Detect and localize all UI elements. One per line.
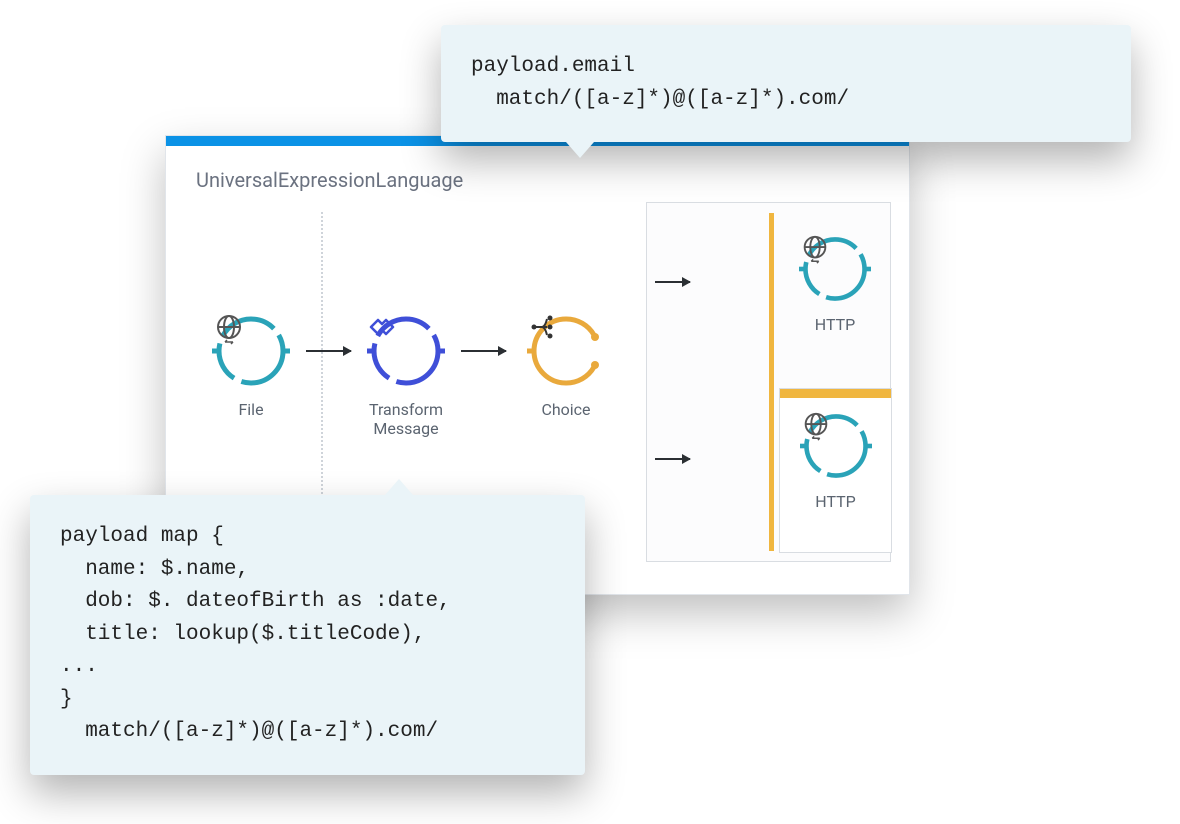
arrow-transform-to-choice xyxy=(461,350,506,352)
globe-icon xyxy=(212,312,246,346)
node-transform-message[interactable]: Transform Message xyxy=(351,312,461,438)
node-transform-label: Transform Message xyxy=(351,400,461,438)
http-subflow-frame: HTTP xyxy=(779,388,892,553)
node-file-label: File xyxy=(196,400,306,419)
arrow-file-to-transform xyxy=(306,350,351,352)
callout-payload-map: payload map { name: $.name, dob: $. date… xyxy=(30,495,585,775)
branch-icon xyxy=(527,312,557,342)
file-ring-icon xyxy=(212,312,290,390)
choice-ring-icon xyxy=(527,312,605,390)
node-http-bottom-label: HTTP xyxy=(780,492,891,511)
globe-icon xyxy=(799,233,831,265)
choice-container: HTTP xyxy=(646,202,891,562)
node-http-top-label: HTTP xyxy=(785,315,885,334)
node-http-top[interactable]: HTTP xyxy=(785,233,885,334)
transform-icon xyxy=(367,312,397,342)
arrow-choice-to-http-bottom xyxy=(655,458,690,460)
choice-vertical-bar xyxy=(769,213,774,551)
node-http-bottom[interactable]: HTTP xyxy=(780,410,891,511)
callout-email-expression: payload.email match/([a-z]*)@([a-z]*).co… xyxy=(441,25,1131,142)
canvas-title: UniversalExpressionLanguage xyxy=(166,146,909,202)
arrow-choice-to-http-top xyxy=(655,281,690,283)
http-bottom-ring-icon xyxy=(800,410,872,482)
http-subflow-header-bar xyxy=(780,389,891,398)
node-file[interactable]: File xyxy=(196,312,306,419)
http-top-ring-icon xyxy=(799,233,871,305)
globe-icon xyxy=(800,410,832,442)
node-choice-label: Choice xyxy=(511,400,621,419)
node-choice[interactable]: Choice xyxy=(511,312,621,419)
transform-ring-icon xyxy=(367,312,445,390)
